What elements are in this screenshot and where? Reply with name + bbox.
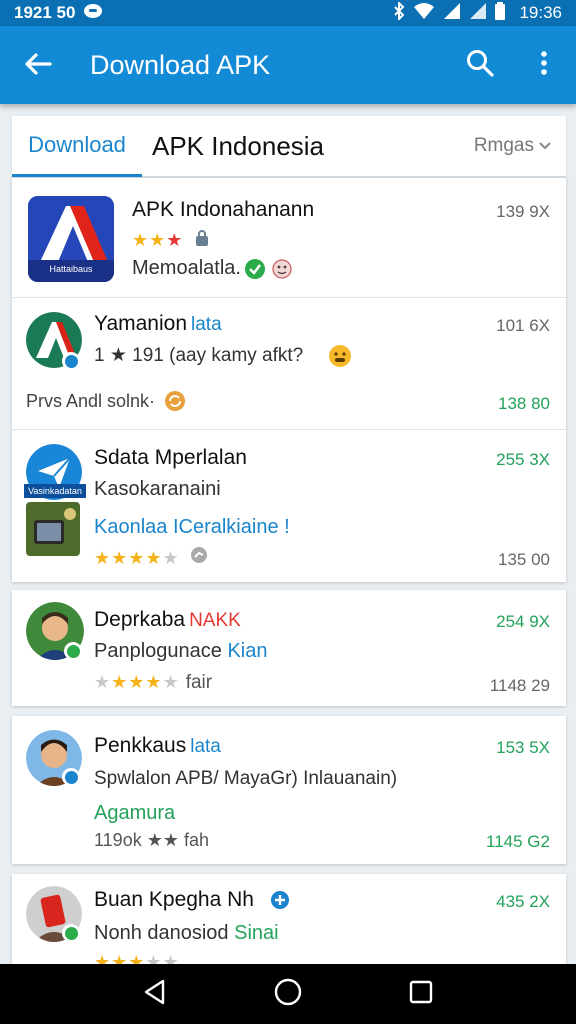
app-badge-icon: [62, 352, 80, 370]
app-name: APK Indonahanann: [132, 198, 315, 221]
app-size: 153 5X: [496, 738, 550, 757]
list-item-app-1[interactable]: Hattaibaus APK Indonahanann 139 9X ★★★ M…: [12, 178, 566, 298]
wifi-icon: [413, 2, 435, 25]
sort-label: Rmgas: [473, 135, 534, 156]
app-badge-icon: [64, 642, 82, 660]
rating-text: 119ok ★★ fah: [94, 830, 210, 850]
rating-stars: ★★★★★ fair: [94, 672, 213, 693]
app-subtitle-tag: Kian: [227, 640, 268, 662]
app-icon-caption: Hattaibaus: [49, 264, 93, 274]
back-button[interactable]: [0, 26, 76, 104]
app-bar: Download APK: [0, 26, 576, 104]
app-name-text: Yamanion: [94, 312, 188, 335]
app-name-text: Penkkaus: [94, 734, 187, 757]
list-item-app-4[interactable]: Deprkaba NAKK 254 9X Panplogunace Kian ★★…: [12, 590, 566, 706]
app-subtitle: Spwlalon APB/ MayaGr) Inlauanain): [94, 768, 398, 789]
app-list-card-2: Deprkaba NAKK 254 9X Panplogunace Kian ★★…: [12, 590, 566, 706]
app-badge-icon: [62, 768, 80, 786]
app-icon-caption: Vasinkadatan: [24, 484, 86, 498]
add-circle-icon: [270, 890, 290, 915]
tab-download[interactable]: Download: [12, 115, 142, 177]
rating-text: fair: [185, 672, 213, 693]
app-name: Buan Kpegha Nh: [94, 888, 254, 911]
smiley-icon: [328, 344, 352, 373]
app-highlight-text: Agamura: [94, 802, 176, 824]
verified-check-icon: [244, 258, 266, 285]
rating-text: 1 ★ 191 (aay kamy afkt?: [94, 345, 304, 366]
app-subtitle: Memoalatla.: [132, 257, 241, 279]
app-extra-text: Prvs Andl solnk·: [26, 391, 156, 411]
app-subtitle-text: Nonh danosiod: [94, 922, 229, 944]
list-item-app-3[interactable]: Vasinkadatan Sdata Mperlalan 255 3X Kaso…: [12, 430, 566, 582]
more-options-button[interactable]: [512, 26, 576, 104]
app-name: Yamanion lata: [94, 312, 222, 336]
app-name: Deprkaba NAKK: [94, 608, 241, 632]
page-title: Download APK: [90, 49, 271, 80]
signal-icon-2: [469, 2, 487, 25]
app-price: 138 80: [498, 394, 550, 413]
back-arrow-icon: [24, 47, 52, 84]
app-list-card-1: Hattaibaus APK Indonahanann 139 9X ★★★ M…: [12, 178, 566, 582]
more-vert-icon: [540, 50, 548, 81]
signal-icon: [443, 2, 461, 25]
list-item-app-6[interactable]: Buan Kpegha Nh 435 2X Nonh danosiod Sina…: [12, 874, 566, 974]
back-triangle-icon[interactable]: [143, 979, 167, 1010]
app-price: 135 00: [498, 550, 550, 569]
app-subtitle-tag: Sinai: [234, 922, 279, 944]
emoji-icon: [272, 259, 292, 284]
search-icon: [466, 49, 494, 82]
rating-stars: ★★★★★: [94, 546, 208, 569]
app-price: 1148 29: [489, 676, 550, 695]
list-item-app-2[interactable]: Yamanion lata 101 6X 1 ★ 191 (aay kamy af…: [12, 298, 566, 430]
app-screenshot-thumbnail: [26, 502, 80, 556]
app-highlight-text: Kaonlaa ICeralkiaine !: [94, 516, 290, 538]
chevron-down-icon: [538, 135, 552, 157]
list-item-app-5[interactable]: Penkkaus lata 153 5X Spwlalon APB/ MayaGr…: [12, 716, 566, 864]
battery-icon: [495, 1, 506, 25]
app-subtitle: Nonh danosiod Sinai: [94, 922, 279, 945]
search-button[interactable]: [448, 26, 512, 104]
app-size: 435 2X: [496, 892, 550, 911]
app-size: 101 6X: [496, 316, 550, 335]
app-name-text: Deprkaba: [94, 608, 186, 631]
app-list-card-4: Buan Kpegha Nh 435 2X Nonh danosiod Sina…: [12, 874, 566, 974]
app-name-tag: lata: [190, 736, 221, 757]
messenger-icon: [83, 3, 103, 23]
app-name-tag: NAKK: [189, 610, 241, 631]
status-time: 1921 50: [14, 3, 76, 22]
recents-square-icon[interactable]: [409, 980, 433, 1009]
app-name: Sdata Mperlalan: [94, 446, 247, 469]
section-title: APK Indonesia: [152, 130, 325, 161]
app-size: 139 9X: [496, 202, 550, 221]
sort-dropdown[interactable]: Rmgas: [474, 135, 552, 157]
info-icon: [190, 547, 208, 568]
tab-bar: Download APK Indonesia Rmgas: [12, 116, 566, 178]
app-subtitle: Panplogunace Kian: [94, 640, 267, 663]
app-name-tag: lata: [191, 314, 222, 335]
app-list-card-3: Penkkaus lata 153 5X Spwlalon APB/ MayaGr…: [12, 716, 566, 864]
lock-icon: [195, 230, 209, 250]
app-subtitle: Kasokaranaini: [94, 478, 221, 500]
refresh-icon: [164, 390, 186, 417]
app-size: 255 3X: [496, 450, 550, 469]
app-icon-apk: Hattaibaus: [28, 196, 114, 282]
system-nav-bar: [0, 964, 576, 1024]
app-name: Penkkaus lata: [94, 734, 221, 758]
app-badge-icon: [62, 924, 80, 942]
rating-stars: ★★★: [132, 230, 209, 251]
app-price: 1145 G2: [486, 832, 550, 851]
status-bar: 1921 50 19:36: [0, 0, 576, 26]
app-size: 254 9X: [496, 612, 550, 631]
bluetooth-icon: [393, 0, 405, 25]
app-list-container: Download APK Indonesia Rmgas Hattaibaus …: [12, 116, 566, 974]
app-subtitle-text: Panplogunace: [94, 640, 222, 662]
status-clock: 19:36: [519, 3, 562, 22]
home-circle-icon[interactable]: [274, 978, 302, 1011]
